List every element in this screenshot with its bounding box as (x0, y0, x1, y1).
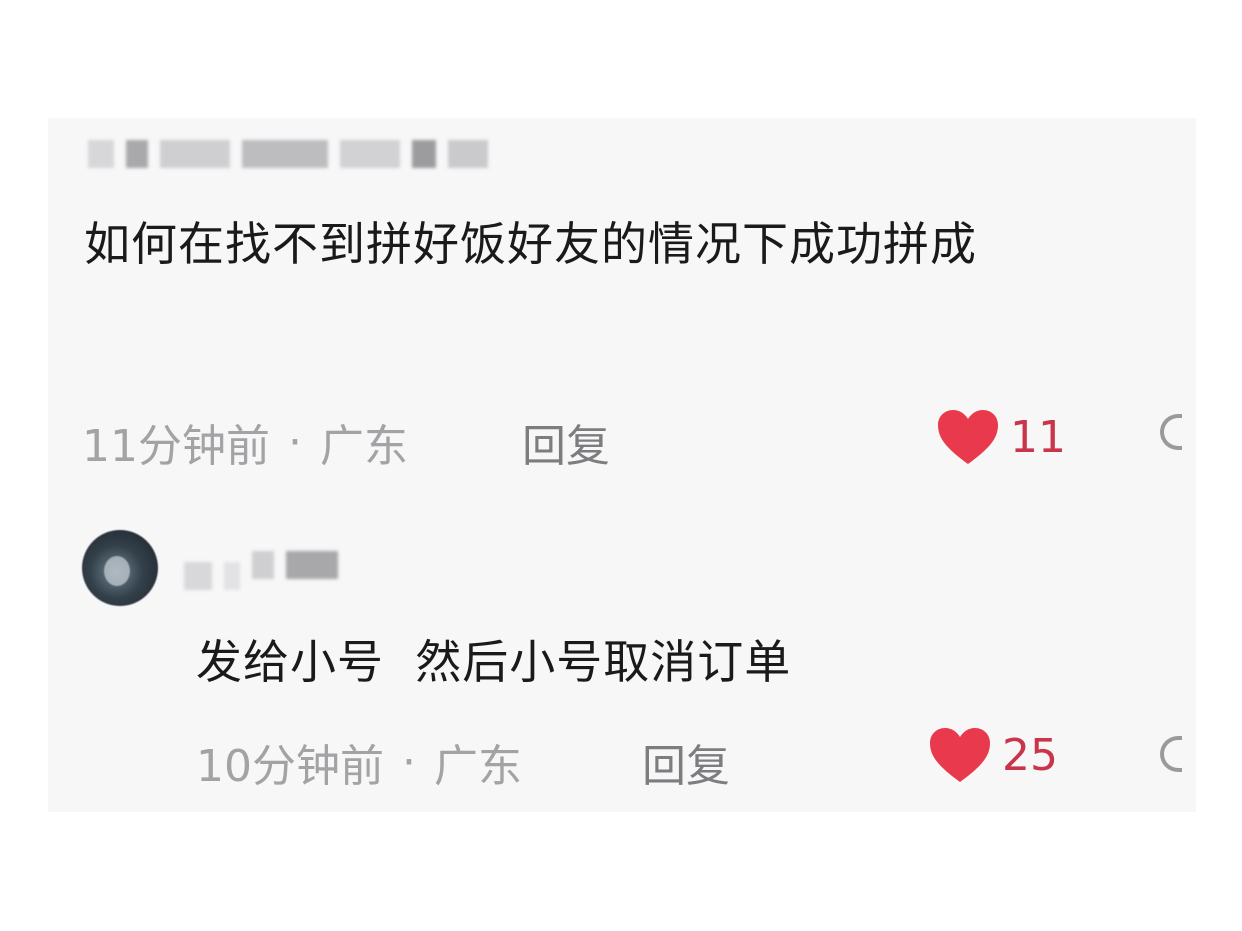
more-icon[interactable] (1160, 414, 1182, 450)
reply-button[interactable]: 回复 (642, 730, 730, 794)
like-button[interactable]: 25 (928, 726, 1058, 784)
blur-block (126, 140, 148, 168)
blur-block (252, 551, 274, 579)
meta-separator: · (288, 416, 302, 468)
heart-icon (928, 726, 992, 784)
blur-block (242, 140, 328, 168)
comment-text: 发给小号 然后小号取消订单 (196, 635, 792, 689)
blur-block (448, 140, 488, 168)
blur-block (412, 140, 436, 168)
username-blurred[interactable] (88, 140, 488, 168)
username-blurred[interactable] (184, 540, 338, 590)
comment-location: 广东 (434, 741, 522, 792)
like-count: 25 (1002, 729, 1058, 781)
avatar[interactable] (82, 530, 158, 606)
comment-time: 10分钟前 (196, 741, 384, 792)
blur-block (286, 551, 338, 579)
blur-block (184, 562, 212, 590)
comment-time: 11分钟前 (82, 421, 270, 472)
heart-icon (936, 408, 1000, 466)
blur-block (340, 140, 400, 168)
comment-panel: 如何在找不到拼好饭好友的情况下成功拼成 11分钟前 · 广东 回复 11 发给小… (48, 118, 1196, 812)
blur-block (160, 140, 230, 168)
like-button[interactable]: 11 (936, 408, 1066, 466)
meta-separator: · (402, 736, 416, 788)
comment-text: 如何在找不到拼好饭好友的情况下成功拼成 (84, 217, 977, 271)
blur-block (224, 562, 240, 590)
reply-button[interactable]: 回复 (522, 410, 610, 474)
blur-block (88, 140, 114, 168)
more-icon[interactable] (1160, 736, 1182, 772)
comment-meta: 10分钟前 · 广东 (196, 730, 522, 794)
like-count: 11 (1010, 411, 1066, 463)
comment-meta: 11分钟前 · 广东 (82, 410, 408, 474)
comment-location: 广东 (320, 421, 408, 472)
